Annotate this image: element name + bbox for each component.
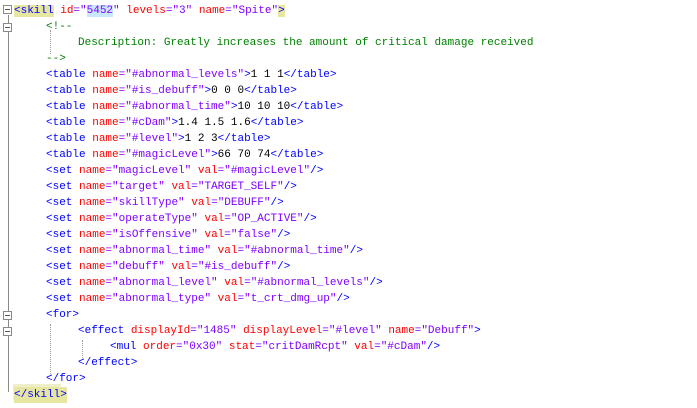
code-line-table: <table name="#abnormal_time">10 10 10</t… [46,101,344,113]
code-line-mul: <mul order="0x30" stat="critDamRcpt" val… [110,341,441,353]
code-line-table: <table name="#is_debuff">0 0 0</table> [46,85,297,97]
fold-toggle-skill[interactable] [3,5,12,14]
code-editor[interactable]: <skill id="5452" levels="3" name="Spite"… [0,0,697,408]
fold-toggle-for[interactable] [3,311,12,320]
skill-close-tag: </skill> [14,387,67,403]
indent-guide-for [50,324,51,376]
code-line-effect: <effect displayId="1485" displayLevel="#… [78,325,481,337]
fold-toggle-effect[interactable] [3,327,12,336]
for-open: <for> [46,309,80,321]
skill-id-value: 5452 [86,5,114,17]
comment-close: --> [46,53,66,65]
code-line-table: <table name="#level">1 2 3</table> [46,133,271,145]
code-line-table: <table name="#magicLevel">66 70 74</tabl… [46,149,324,161]
code-line-set: <set name="operateType" val="OP_ACTIVE"/… [46,213,317,225]
effect-close: </effect> [78,357,138,369]
code-line-table: <table name="#cDam">1.4 1.5 1.6</table> [46,117,304,129]
code-line-set: <set name="abnormal_level" val="#abnorma… [46,277,383,289]
code-line-set: <set name="skillType" val="DEBUFF"/> [46,197,284,209]
skill-tag: <skill [14,5,54,17]
code-line-set: <set name="magicLevel" val="#magicLevel"… [46,165,324,177]
fold-toggle-comment[interactable] [3,23,12,32]
comment-open: <!-- [46,21,73,33]
comment-text: Description: Greatly increases the amoun… [78,37,534,49]
code-line-skill-open: <skill id="5452" levels="3" name="Spite"… [14,5,285,17]
code-line-set: <set name="isOffensive" val="false"/> [46,229,291,241]
code-line-set: <set name="target" val="TARGET_SELF"/> [46,181,297,193]
for-close: </for> [46,373,86,385]
code-line-set: <set name="abnormal_type" val="t_crt_dmg… [46,293,350,305]
code-line-table: <table name="#abnormal_levels">1 1 1</ta… [46,69,337,81]
code-line-set: <set name="abnormal_time" val="#abnormal… [46,245,363,257]
code-line-set: <set name="debuff" val="#is_debuff"/> [46,261,291,273]
